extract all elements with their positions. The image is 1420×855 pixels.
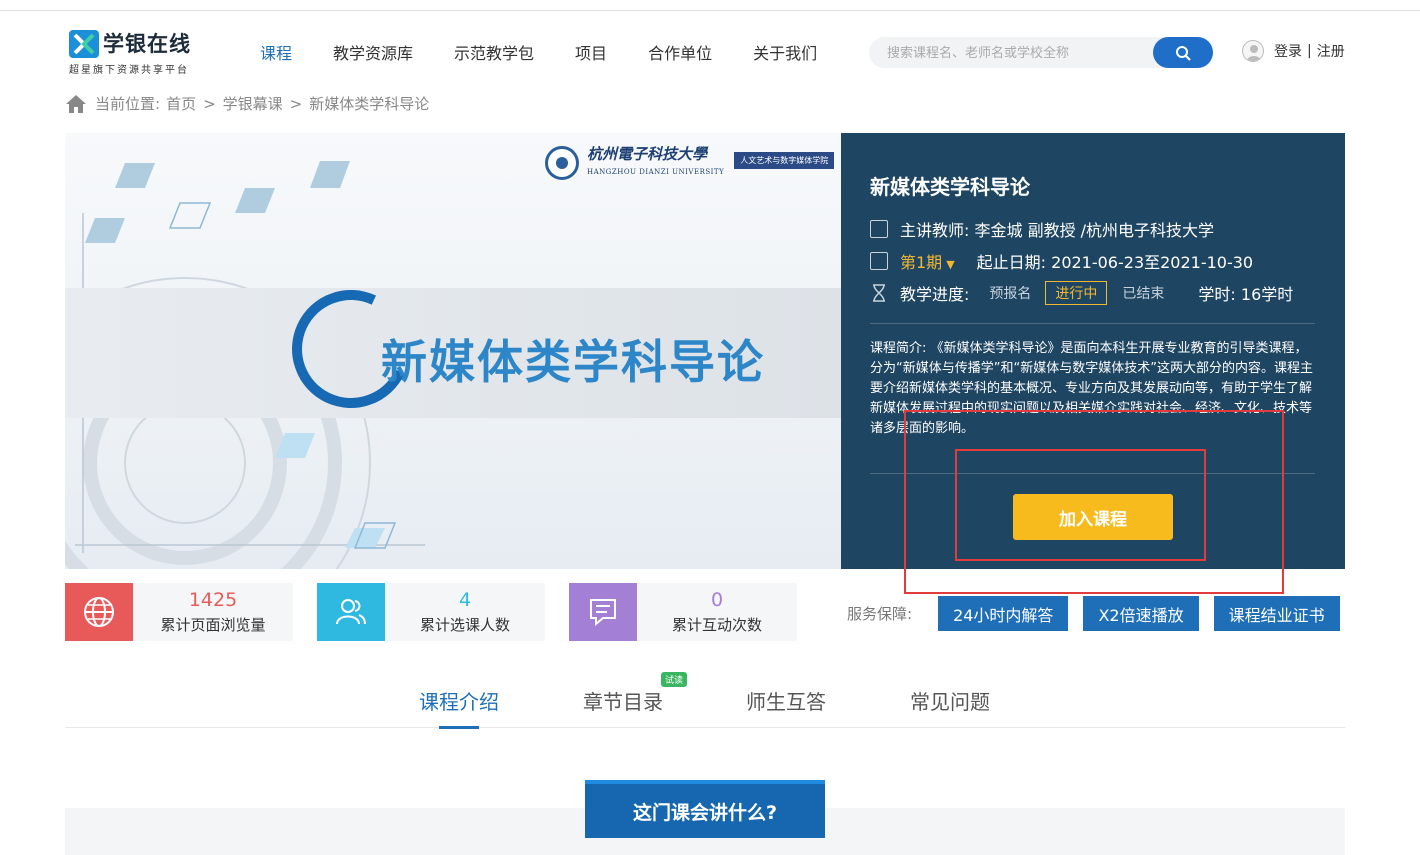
tab-chapters-label: 章节目录 xyxy=(583,690,663,714)
search-icon xyxy=(1176,45,1191,61)
stat-interactions: 0 累计互动次数 xyxy=(569,583,797,641)
guarantee-24h[interactable]: 24小时内解答 xyxy=(938,596,1069,631)
breadcrumb: 当前位置: 首页 > 学银幕课 > 新媒体类学科导论 xyxy=(65,93,429,114)
tab-chapters[interactable]: 章节目录 试读 xyxy=(583,672,688,715)
course-tabs: 课程介绍 章节目录 试读 师生互答 常见问题 xyxy=(65,672,1345,729)
progress-label: 教学进度: xyxy=(900,285,970,304)
teacher-icon xyxy=(870,220,888,238)
stat-views-label: 累计页面浏览量 xyxy=(160,616,266,634)
globe-icon xyxy=(65,583,133,641)
banner-title: 新媒体类学科导论 xyxy=(381,335,765,389)
progress-ended: 已结束 xyxy=(1122,286,1165,302)
study-hours: 学时: 16学时 xyxy=(1198,285,1294,304)
nav-about[interactable]: 关于我们 xyxy=(753,40,817,64)
stat-interactions-value: 0 xyxy=(710,589,724,611)
logo-text: 学银在线 xyxy=(103,32,191,56)
course-banner: 新媒体类学科导论 杭州電子科技大學 HANGZHOU DIANZI UNIVER… xyxy=(65,133,841,569)
stat-views-value: 1425 xyxy=(188,589,238,611)
tab-qa[interactable]: 师生互答 xyxy=(746,686,826,715)
breadcrumb-home[interactable]: 首页 xyxy=(166,93,196,114)
nav-demo-package[interactable]: 示范教学包 xyxy=(454,40,534,64)
user-area: 登录 | 注册 xyxy=(1242,40,1345,62)
period-row: 第1期 ▼ 起止日期: 2021-06-23至2021-10-30 xyxy=(870,249,1253,273)
guarantee-certificate[interactable]: 课程结业证书 xyxy=(1213,596,1340,631)
stat-views: 1425 累计页面浏览量 xyxy=(65,583,293,641)
guarantee-2x-speed[interactable]: X2倍速播放 xyxy=(1083,596,1199,631)
period-select[interactable]: 第1期 ▼ xyxy=(900,249,955,273)
university-seal-icon xyxy=(545,146,579,180)
section-title: 这门课会讲什么? xyxy=(585,780,825,838)
breadcrumb-arrow: > xyxy=(289,94,303,113)
guarantee-label: 服务保障: xyxy=(847,605,913,623)
divider xyxy=(870,323,1315,324)
highlight-box-inner xyxy=(955,449,1206,561)
progress-row: 教学进度: 预报名 进行中 已结束 学时: 16学时 xyxy=(870,281,1293,305)
register-link[interactable]: 注册 xyxy=(1317,41,1345,61)
breadcrumb-mooc[interactable]: 学银幕课 xyxy=(223,93,283,114)
logo-icon xyxy=(69,30,99,58)
avatar-icon[interactable] xyxy=(1242,40,1264,62)
top-border xyxy=(0,0,1420,11)
caret-down-icon: ▼ xyxy=(946,258,955,271)
stat-enrolled-label: 累计选课人数 xyxy=(419,616,510,634)
university-logo: 杭州電子科技大學 HANGZHOU DIANZI UNIVERSITY 人文艺术… xyxy=(545,145,835,181)
progress-ongoing: 进行中 xyxy=(1045,281,1108,305)
login-separator: | xyxy=(1307,43,1312,59)
date-range: 起止日期: 2021-06-23至2021-10-30 xyxy=(976,253,1254,272)
trial-badge: 试读 xyxy=(661,672,688,687)
teacher-row: 主讲教师: 李金城 副教授 /杭州电子科技大学 xyxy=(870,217,1214,241)
nav-partners[interactable]: 合作单位 xyxy=(648,40,712,64)
breadcrumb-arrow: > xyxy=(203,94,216,113)
breadcrumb-prefix: 当前位置: xyxy=(95,95,161,113)
stat-enrolled: 4 累计选课人数 xyxy=(317,583,545,641)
period-value: 第1期 xyxy=(900,253,943,272)
service-guarantee: 服务保障: 24小时内解答 X2倍速播放 课程结业证书 xyxy=(847,596,1340,631)
nav-resource-library[interactable]: 教学资源库 xyxy=(333,40,413,64)
breadcrumb-current: 新媒体类学科导论 xyxy=(309,95,430,113)
nav-courses[interactable]: 课程 xyxy=(260,40,292,64)
university-name-cn: 杭州電子科技大學 xyxy=(587,145,708,163)
teacher-text: 主讲教师: 李金城 副教授 /杭州电子科技大学 xyxy=(900,221,1215,240)
stat-enrolled-value: 4 xyxy=(458,589,472,611)
login-link[interactable]: 登录 xyxy=(1274,41,1302,61)
search-box xyxy=(869,37,1213,68)
main-nav: 课程 教学资源库 示范教学包 项目 合作单位 关于我们 xyxy=(260,40,858,64)
tab-faq[interactable]: 常见问题 xyxy=(910,686,990,715)
nav-projects[interactable]: 项目 xyxy=(575,40,607,64)
university-name-en: HANGZHOU DIANZI UNIVERSITY xyxy=(587,168,725,176)
home-icon xyxy=(66,94,86,113)
tab-course-intro[interactable]: 课程介绍 xyxy=(419,686,499,729)
header: 学银在线 超星旗下资源共享平台 课程 教学资源库 示范教学包 项目 合作单位 关… xyxy=(0,12,1420,88)
course-title: 新媒体类学科导论 xyxy=(870,175,1030,199)
logo[interactable]: 学银在线 超星旗下资源共享平台 xyxy=(69,28,199,78)
search-input[interactable] xyxy=(887,43,1147,63)
calendar-icon xyxy=(870,252,888,270)
hourglass-icon xyxy=(873,284,885,302)
progress-preregister: 预报名 xyxy=(989,286,1032,302)
college-tag: 人文艺术与数字媒体学院 xyxy=(734,151,835,169)
chat-icon xyxy=(569,583,637,641)
logo-subtitle: 超星旗下资源共享平台 xyxy=(69,65,189,76)
users-icon xyxy=(317,583,385,641)
search-button[interactable] xyxy=(1153,37,1213,68)
stat-interactions-label: 累计互动次数 xyxy=(671,616,762,634)
